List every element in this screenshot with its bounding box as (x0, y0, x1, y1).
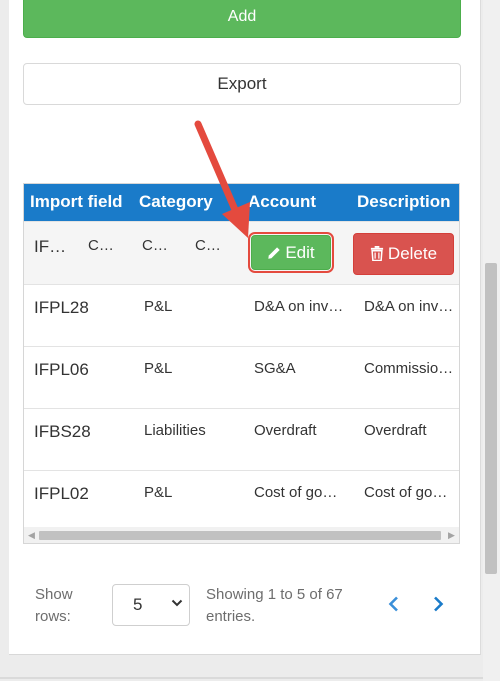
chevron-down-icon (171, 599, 183, 607)
table-row[interactable]: IFPL06 P&L SG&A Commissio… (24, 346, 459, 409)
horizontal-scrollbar-thumb[interactable] (39, 531, 441, 540)
delete-button[interactable]: Delete (353, 233, 454, 275)
cell-description: Commissio… (364, 360, 454, 377)
cell-import-field: IFBS28 (34, 422, 91, 441)
cell-description: Cost of go… (364, 484, 448, 501)
table-row[interactable]: IFBS28 Liabilities Overdraft Overdraft (24, 408, 459, 471)
cell-import-field: IFPL28 (34, 298, 89, 317)
cell-category: P&L (144, 484, 173, 501)
scroll-left-arrow-icon[interactable]: ◀ (24, 527, 39, 543)
edit-button[interactable]: Edit (248, 232, 334, 273)
cell-account: Cost of go… (254, 484, 338, 501)
column-header-description[interactable]: Description (357, 192, 451, 212)
cell-description: Overdraft (364, 422, 427, 439)
cell-category: Liabilities (144, 422, 206, 439)
show-rows-label: Show rows: (35, 586, 73, 625)
delete-label: Delete (387, 244, 438, 263)
export-button[interactable]: Export (23, 63, 461, 105)
scroll-right-arrow-icon[interactable]: ▶ (444, 527, 459, 543)
chevron-left-icon[interactable] (384, 594, 404, 614)
rows-per-page-value: 5 (133, 595, 143, 614)
cell-category: P&L (144, 360, 173, 377)
trash-icon (370, 246, 384, 262)
cell-account: D&A on inv… (254, 298, 344, 315)
cell-description: D&A on inv… (364, 298, 454, 315)
page-scrollbar-thumb[interactable] (485, 263, 497, 574)
edit-label: Edit (285, 243, 315, 262)
table-row[interactable]: IFPL02 P&L Cost of go… Cost of go… (24, 470, 459, 528)
add-button[interactable]: Add (23, 0, 461, 38)
chevron-right-icon[interactable] (428, 594, 448, 614)
cell-import-field: IFPL06 (34, 360, 89, 379)
table-row[interactable]: IFPL28 P&L D&A on inv… D&A on inv… (24, 284, 459, 347)
cell-category: P&L (144, 298, 173, 315)
cell-description: C… (195, 237, 221, 254)
column-header-account[interactable]: Account (248, 192, 316, 212)
pencil-icon (268, 247, 281, 259)
entries-info: Showing 1 to 5 of 67 entries. (206, 586, 343, 625)
column-header-category[interactable]: Category (139, 192, 213, 212)
table-horizontal-scrollbar[interactable]: ◀ ▶ (24, 527, 459, 543)
rows-per-page-select[interactable]: 5 (112, 584, 190, 626)
cell-import-field: IF… (34, 237, 67, 256)
column-header-import-field[interactable]: Import field (30, 192, 123, 212)
table-header: Import field Category Account Descriptio… (24, 184, 459, 221)
table-row-selected[interactable]: IF… C… C… C… Edit Delete (24, 221, 459, 285)
cell-account: SG&A (254, 360, 296, 377)
cell-category: C… (88, 237, 114, 254)
cell-account: C… (142, 237, 168, 254)
cell-account: Overdraft (254, 422, 317, 439)
bottom-divider (0, 677, 483, 679)
cell-import-field: IFPL02 (34, 484, 89, 503)
mapping-table: Import field Category Account Descriptio… (23, 183, 460, 544)
